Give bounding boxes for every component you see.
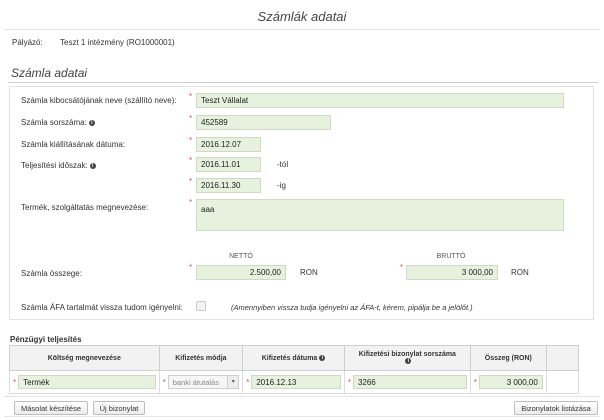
required-mark: *	[189, 114, 193, 123]
product-field[interactable]: aaa	[196, 199, 564, 231]
required-mark: *	[347, 377, 351, 387]
required-mark: *	[162, 377, 166, 387]
amount-label: Számla összege:	[21, 269, 82, 278]
new-receipt-button[interactable]: Új bizonylat	[93, 401, 145, 415]
info-icon[interactable]: i	[89, 162, 96, 169]
cost-name-field[interactable]: Termék	[18, 375, 156, 389]
applicant-label: Pályázó:	[12, 38, 43, 47]
actions-cell	[545, 370, 580, 394]
col-receipt-number: Kifizetési bizonylat sorszáma i	[343, 345, 471, 371]
applicant-value: Teszt 1 intézmény (RO1000001)	[60, 38, 175, 47]
period-to-field[interactable]: 2016.11.30	[196, 178, 261, 193]
required-mark: *	[189, 263, 193, 272]
payment-method-select[interactable]: banki átutalás ▾	[167, 375, 240, 389]
col-payment-date-text: Kifizetés dátuma	[261, 354, 318, 362]
list-receipts-button[interactable]: Bizonylatok listázása	[514, 401, 598, 415]
required-mark: *	[189, 136, 193, 145]
method-cell: * banki átutalás ▾	[158, 370, 244, 394]
cost-cell: * Termék	[9, 370, 160, 394]
footer-divider	[4, 396, 600, 397]
invoice-date-field[interactable]: 2016.12.07	[196, 137, 261, 152]
vat-label: Számla ÁFA tartalmát vissza tudom igénye…	[21, 303, 183, 312]
payment-table-header: Költség megnevezése Kifizetés módja Kifi…	[9, 345, 580, 371]
required-mark: *	[13, 377, 17, 387]
vat-hint: (Amennyiben vissza tudja igényelni az ÁF…	[231, 303, 473, 312]
header-divider	[4, 29, 600, 30]
net-amount-field[interactable]: 2.500,00	[196, 265, 286, 280]
col-cost-name: Költség megnevezése	[9, 345, 160, 371]
payment-amount-field[interactable]: 3 000,00	[478, 375, 543, 389]
issuer-label: Számla kibocsátójának neve (szállító nev…	[21, 96, 177, 105]
section-divider	[8, 82, 598, 83]
col-payment-method: Kifizetés módja	[158, 345, 244, 371]
payment-section-title: Pénzügyi teljesítés	[10, 335, 82, 344]
payment-method-value: banki átutalás	[172, 377, 219, 387]
col-payment-date: Kifizetés dátuma i	[242, 345, 345, 371]
col-actions	[545, 345, 580, 371]
period-from-field[interactable]: 2016.11.01	[196, 157, 261, 172]
copy-button[interactable]: Másolat készítése	[14, 401, 88, 415]
info-icon[interactable]: i	[88, 119, 95, 126]
period-to-suffix: -ig	[277, 181, 286, 190]
required-mark: *	[189, 156, 193, 165]
footer-bottom-divider	[4, 416, 600, 417]
receipt-number-field[interactable]: 3266	[352, 375, 467, 389]
period-from-suffix: -tól	[277, 160, 289, 169]
gross-header: BRUTTÓ	[436, 253, 466, 260]
gross-currency: RON	[511, 268, 529, 277]
product-label: Termék, szolgáltatás megnevezése:	[21, 203, 149, 212]
col-receipt-number-text: Kifizetési bizonylat sorszáma	[358, 351, 456, 358]
payment-date-field[interactable]: 2016.12.13	[251, 375, 341, 389]
info-icon[interactable]: i	[405, 358, 412, 365]
issuer-name-field[interactable]: Teszt Vállalat	[196, 93, 564, 108]
required-mark: *	[246, 377, 250, 387]
invoice-number-label-text: Számla sorszáma:	[21, 118, 87, 127]
payment-table: Költség megnevezése Kifizetés módja Kifi…	[9, 345, 580, 394]
net-header: NETTÓ	[229, 253, 253, 260]
period-label: Teljesítési időszak: i	[21, 161, 96, 170]
required-mark: *	[189, 177, 193, 186]
info-icon[interactable]: i	[319, 354, 326, 361]
period-label-text: Teljesítési időszak:	[21, 161, 88, 170]
required-mark: *	[189, 198, 193, 207]
invoice-date-label: Számla kiállításának dátuma:	[21, 140, 126, 149]
invoice-number-field[interactable]: 452589	[196, 115, 331, 130]
table-row: * Termék * banki átutalás ▾ * 2016.12.13 * 32…	[9, 370, 580, 394]
chevron-down-icon[interactable]: ▾	[227, 376, 239, 388]
page-title: Számlák adatai	[257, 9, 347, 24]
net-currency: RON	[300, 268, 318, 277]
required-mark: *	[189, 92, 193, 101]
section-title: Számla adatai	[11, 66, 88, 80]
required-mark: *	[473, 377, 477, 387]
date-cell: * 2016.12.13	[242, 370, 345, 394]
col-amount: Összeg (RON)	[469, 345, 547, 371]
gross-amount-field[interactable]: 3 000,00	[406, 265, 498, 280]
required-mark: *	[400, 263, 404, 272]
receipt-cell: * 3266	[343, 370, 471, 394]
vat-checkbox[interactable]	[196, 301, 206, 311]
invoice-number-label: Számla sorszáma: i	[21, 118, 95, 127]
amount-cell: * 3 000,00	[469, 370, 547, 394]
